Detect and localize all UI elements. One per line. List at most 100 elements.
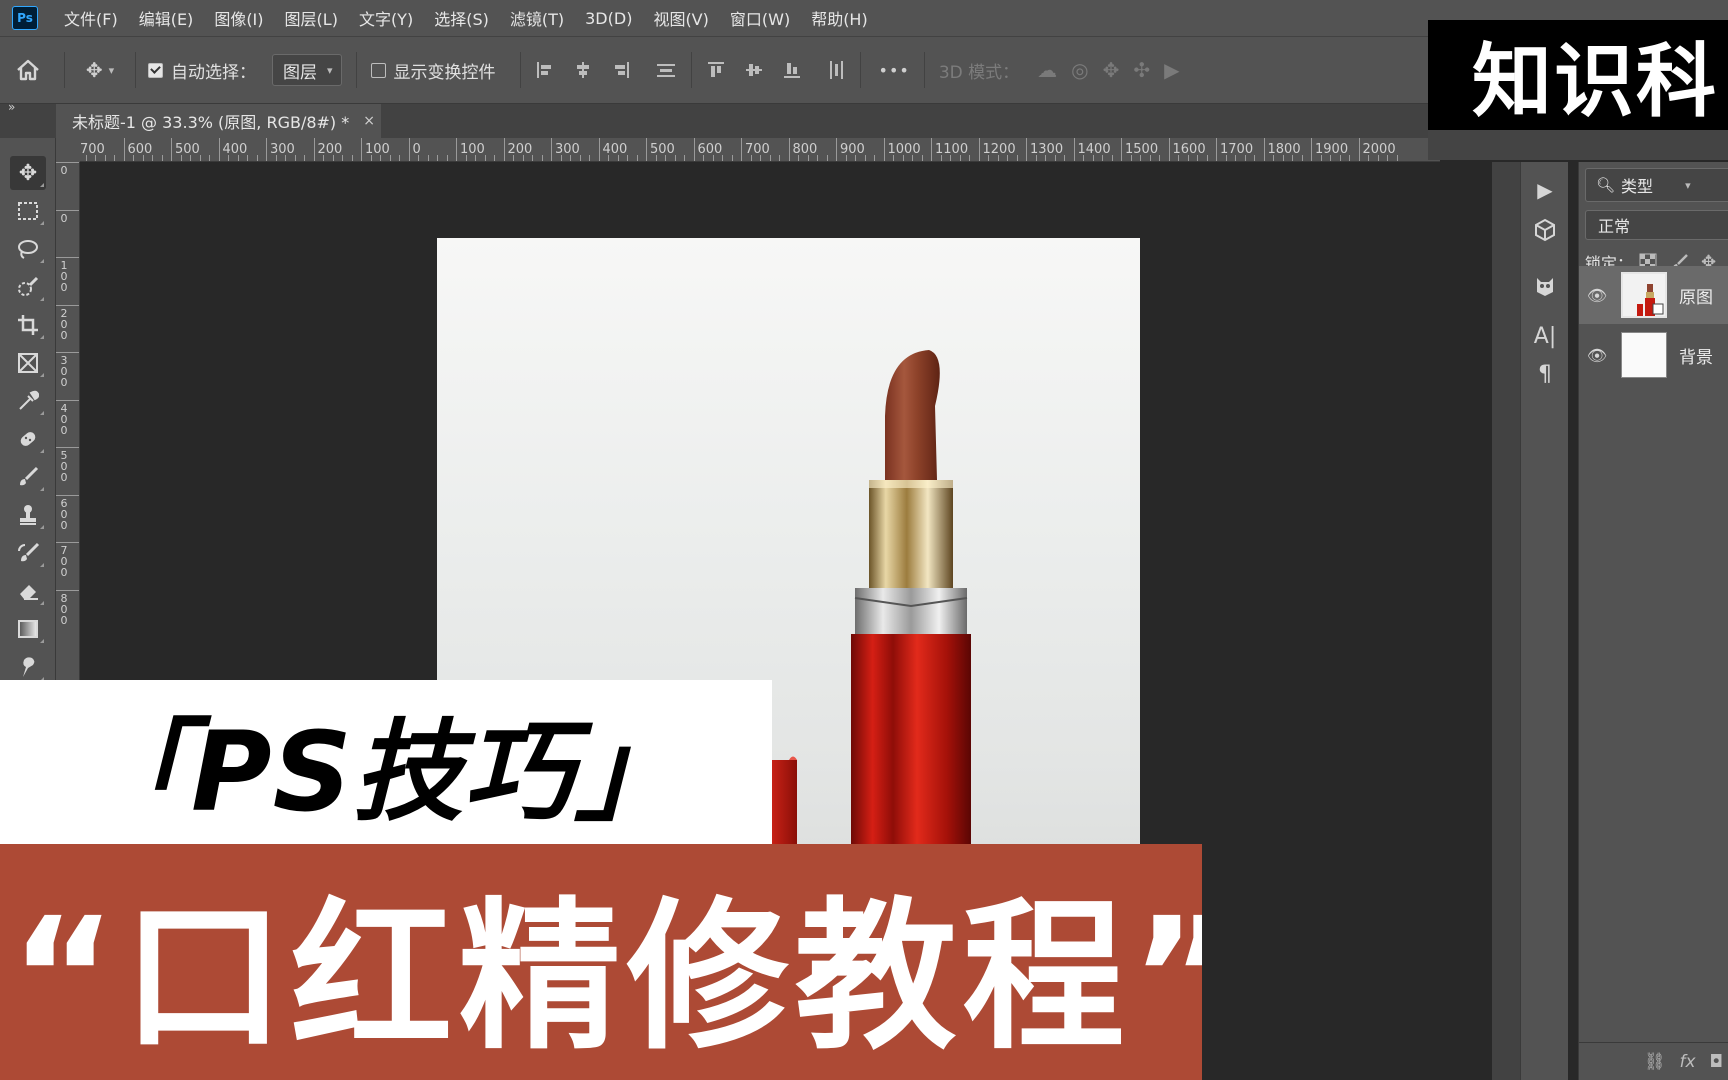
ruler-tick	[56, 542, 79, 543]
ruler-tick	[123, 138, 125, 161]
home-button[interactable]	[0, 59, 56, 81]
libraries-panel-button[interactable]	[1521, 212, 1569, 248]
ruler-tick	[788, 138, 790, 161]
menu-edit[interactable]: 编辑(E)	[139, 6, 194, 30]
link-layers-icon[interactable]: ⛓	[1644, 1052, 1666, 1072]
align-right-icon[interactable]	[611, 60, 631, 80]
eraser-tool[interactable]	[10, 574, 46, 608]
ruler-minor-tick	[228, 155, 229, 161]
menu-layer[interactable]: 图层(L)	[285, 6, 338, 30]
document-tab-strip: » 未标题-1 @ 33.3% (原图, RGB/8#) * ×	[0, 100, 1440, 138]
layer-thumbnail	[1621, 272, 1667, 318]
ruler-minor-tick	[1349, 155, 1350, 161]
distribute-horizontal-icon[interactable]	[826, 59, 846, 81]
checkbox-unchecked-icon	[370, 62, 386, 78]
ruler-minor-tick	[104, 155, 106, 161]
ruler-minor-tick	[1235, 155, 1236, 161]
history-brush-tool[interactable]	[10, 536, 46, 570]
ruler-minor-tick	[532, 155, 533, 161]
paragraph-panel-button[interactable]: ¶	[1521, 356, 1569, 392]
learn-panel-button[interactable]	[1521, 268, 1569, 304]
divider	[519, 52, 521, 88]
ruler-minor-tick	[95, 155, 96, 161]
align-left-icon[interactable]	[535, 60, 555, 80]
clone-stamp-tool[interactable]	[10, 498, 46, 532]
ruler-tick	[456, 138, 457, 161]
3d-roll-icon[interactable]: ◎	[1071, 58, 1088, 82]
owl-icon	[1537, 278, 1553, 296]
brand-strip	[1428, 130, 1728, 160]
menu-image[interactable]: 图像(I)	[214, 6, 263, 30]
3d-slide-icon[interactable]: ✣	[1133, 58, 1150, 82]
menu-select[interactable]: 选择(S)	[434, 6, 489, 30]
ruler-minor-tick	[950, 155, 951, 161]
more-options-button[interactable]: •••	[879, 61, 910, 80]
align-vertical-center-icon[interactable]	[744, 60, 764, 80]
ruler-minor-tick	[589, 155, 590, 161]
auto-select-checkbox[interactable]: 自动选择：	[148, 58, 256, 83]
frame-tool[interactable]	[10, 346, 46, 380]
character-panel-button[interactable]: A|	[1521, 318, 1569, 354]
layer-row[interactable]: 👁︎ 原图	[1579, 266, 1728, 324]
move-tool[interactable]: ✥	[10, 156, 46, 190]
auto-select-target-dropdown[interactable]: 图层 ▾	[272, 54, 342, 86]
3d-orbit-icon[interactable]: ☁	[1037, 58, 1057, 82]
menu-3d[interactable]: 3D(D)	[585, 9, 632, 28]
blend-mode-dropdown[interactable]: 正常	[1585, 210, 1728, 240]
ruler-minor-tick	[1273, 155, 1274, 161]
visibility-eye-icon[interactable]: 👁︎	[1579, 346, 1615, 365]
vertical-scrollbar[interactable]	[1492, 162, 1520, 1080]
ruler-minor-tick	[1178, 155, 1179, 161]
lasso-tool[interactable]	[10, 232, 46, 266]
ruler-minor-tick	[152, 155, 153, 161]
ruler-tick	[56, 352, 79, 353]
ruler-minor-tick	[665, 155, 666, 161]
ruler-tick-label: 7 0 0	[60, 544, 68, 579]
visibility-eye-icon[interactable]: 👁︎	[1579, 286, 1615, 305]
eyedropper-tool[interactable]	[10, 384, 46, 418]
ruler-tick	[598, 138, 600, 161]
ruler-origin[interactable]	[56, 138, 80, 162]
close-tab-icon[interactable]: ×	[363, 113, 375, 129]
3d-mode-label: 3D 模式：	[938, 62, 1020, 83]
ruler-tick-label: 4 0 0	[60, 401, 68, 437]
layer-row[interactable]: 👁︎ 背景	[1579, 326, 1728, 384]
menu-help[interactable]: 帮助(H)	[811, 6, 868, 30]
ruler-minor-tick	[180, 155, 182, 161]
divider	[64, 52, 65, 88]
gradient-tool[interactable]	[10, 612, 46, 646]
smudge-tool[interactable]	[10, 650, 46, 684]
divider	[135, 52, 136, 88]
align-bottom-icon[interactable]	[782, 60, 802, 80]
distribute-vertical-icon[interactable]	[655, 60, 677, 80]
ruler-tick	[56, 399, 79, 401]
show-transform-checkbox[interactable]: 显示变换控件	[370, 58, 496, 83]
marquee-tool[interactable]	[10, 194, 46, 228]
quick-select-tool[interactable]	[10, 270, 46, 304]
ruler-tick-label: 1 0 0	[60, 259, 68, 294]
ruler-tick	[218, 138, 220, 161]
move-tool-preset-button[interactable]: ✥ ▾	[73, 58, 127, 82]
collapse-panels-icon[interactable]: »	[8, 100, 15, 114]
ruler-minor-tick	[209, 155, 210, 161]
brush-tool[interactable]	[10, 460, 46, 494]
layer-filter-dropdown[interactable]: 🔍︎ 类型 ▾	[1585, 168, 1728, 202]
menu-view[interactable]: 视图(V)	[653, 6, 708, 30]
healing-brush-tool[interactable]	[10, 422, 46, 456]
3d-scale-icon[interactable]: ▶	[1164, 58, 1179, 82]
ruler-minor-tick	[1092, 155, 1094, 161]
document-tab[interactable]: 未标题-1 @ 33.3% (原图, RGB/8#) * ×	[56, 104, 381, 138]
actions-panel-button[interactable]: ▶	[1521, 172, 1569, 208]
menu-file[interactable]: 文件(F)	[64, 6, 118, 30]
menu-window[interactable]: 窗口(W)	[730, 6, 790, 30]
blend-mode-value: 正常	[1598, 217, 1631, 236]
add-mask-icon[interactable]: ◘	[1710, 1052, 1723, 1072]
ruler-tick	[693, 138, 695, 161]
crop-tool[interactable]	[10, 308, 46, 342]
layer-effects-button[interactable]: fx	[1680, 1052, 1696, 1072]
3d-pan-icon[interactable]: ✥	[1103, 58, 1120, 82]
align-top-icon[interactable]	[706, 60, 726, 80]
align-horizontal-center-icon[interactable]	[573, 60, 593, 80]
menu-type[interactable]: 文字(Y)	[359, 6, 413, 30]
menu-filter[interactable]: 滤镜(T)	[510, 6, 564, 30]
